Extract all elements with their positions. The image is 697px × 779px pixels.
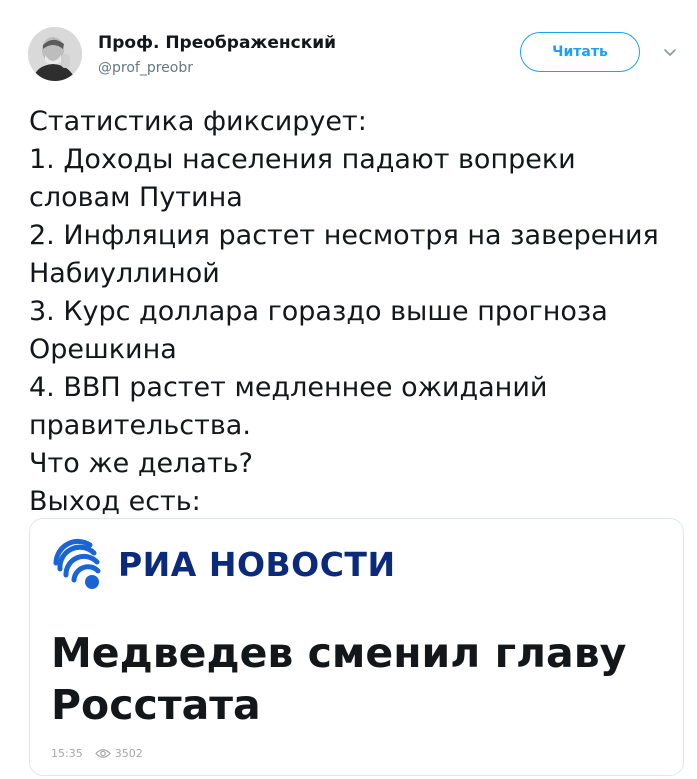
tweet-line: Орешкина xyxy=(29,334,177,365)
headline-line: Росстата xyxy=(51,681,261,729)
tweet-line: 4. ВВП растет медленнее ожиданий xyxy=(29,372,548,403)
tweet-line: Что же делать? xyxy=(29,448,253,479)
eye-icon xyxy=(94,749,111,758)
link-preview-card[interactable]: РИА НОВОСТИ Медведев сменил главу Росста… xyxy=(29,518,684,776)
tweet-line: 1. Доходы населения падают вопреки xyxy=(29,144,576,175)
card-views: 3502 xyxy=(114,747,143,760)
ria-novosti-logo-icon xyxy=(53,538,101,589)
author-avatar[interactable] xyxy=(28,27,82,81)
card-headline: Медведев сменил главу Росстата xyxy=(51,627,671,731)
tweet-line: 3. Курс доллара гораздо выше прогноза xyxy=(29,296,608,327)
card-meta: 15:35 3502 xyxy=(51,747,143,760)
tweet-text: Статистика фиксирует: 1. Доходы населени… xyxy=(29,103,679,521)
source-name: РИА НОВОСТИ xyxy=(118,545,396,584)
tweet-line: Набиуллиной xyxy=(29,258,220,289)
tweet-line: 2. Инфляция растет несмотря на заверения xyxy=(29,220,659,251)
author-name[interactable]: Проф. Преображенский xyxy=(98,33,336,53)
headline-line: Медведев сменил главу xyxy=(51,629,627,677)
card-time: 15:35 xyxy=(51,747,83,760)
tweet-line: словам Путина xyxy=(29,182,243,213)
tweet-line: Статистика фиксирует: xyxy=(29,106,367,137)
author-handle[interactable]: @prof_preobr xyxy=(98,60,193,76)
tweet-header: Проф. Преображенский @prof_preobr Читать xyxy=(28,27,678,83)
tweet-line: правительства. xyxy=(29,410,251,441)
follow-button[interactable]: Читать xyxy=(520,32,640,72)
chevron-down-icon[interactable] xyxy=(661,43,679,61)
tweet-line: Выход есть: xyxy=(29,486,201,517)
portrait-avatar-icon xyxy=(28,27,82,81)
